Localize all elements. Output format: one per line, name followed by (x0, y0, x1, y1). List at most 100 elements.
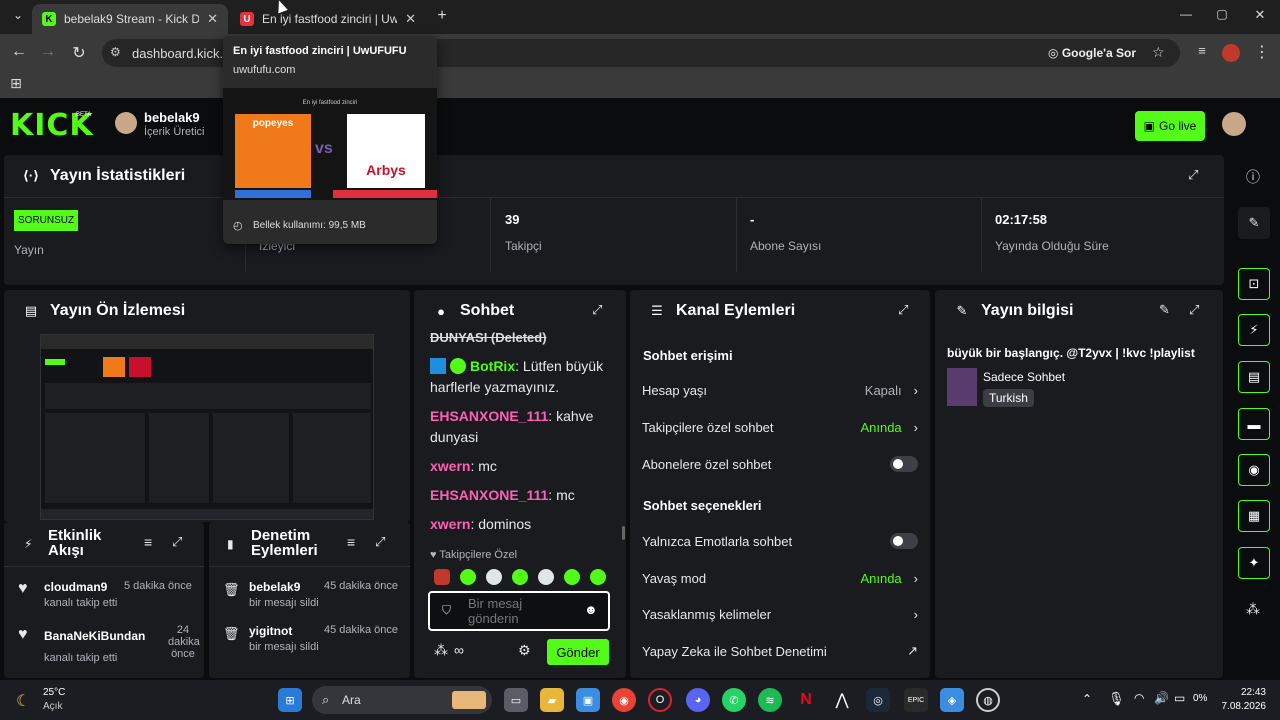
lightning-icon[interactable]: ⚡ (1238, 314, 1270, 346)
reload-icon[interactable]: ↻ (69, 43, 89, 63)
chat-username[interactable]: EHSANXONE_111 (430, 487, 548, 503)
chat-username[interactable]: xwern (430, 516, 470, 532)
mod-user[interactable]: yigitnot (249, 624, 292, 638)
wrench-icon[interactable]: ✦ (1238, 547, 1270, 579)
ai-moderation-row[interactable]: Yapay Zeka ile Sohbet Denetimi ↗ (642, 643, 918, 659)
expand-icon[interactable]: ⤢ (1188, 167, 1198, 183)
followers-chat-row[interactable]: Takipçilere özel sohbet Anında › (642, 419, 918, 435)
popout-icon[interactable]: ⤢ (592, 302, 602, 318)
popout-icon[interactable]: ⤢ (898, 302, 908, 318)
battery-icon[interactable]: ▭ (1174, 691, 1185, 705)
whatsapp-icon[interactable]: ✆ (722, 688, 746, 712)
forward-icon[interactable]: → (38, 43, 58, 61)
clock-date[interactable]: 7.08.2026 (1208, 701, 1267, 712)
chat-username[interactable]: EHSANXONE_111 (430, 408, 548, 424)
epic-games-icon[interactable]: EPIC (904, 688, 928, 712)
activity-user[interactable]: cloudman9 (44, 580, 107, 594)
file-explorer-icon[interactable]: ▰ (540, 688, 564, 712)
infinity-icon[interactable]: ∞ (454, 642, 464, 658)
heart-icon: ♥ (18, 580, 28, 597)
emoji-icon[interactable]: ☻ (584, 602, 598, 617)
chat-bubble-icon[interactable]: ▬ (1238, 408, 1270, 440)
slow-mode-row[interactable]: Yavaş mod Anında › (642, 570, 918, 586)
chat-username[interactable]: xwern (430, 458, 470, 474)
account-age-row[interactable]: Hesap yaşı Kapalı › (642, 382, 918, 398)
tab-kick-dashboard[interactable]: K bebelak9 Stream - Kick Dashbo ✕ (32, 4, 228, 34)
tab-uwufufu[interactable]: U En iyi fastfood zinciri | UwUFUFU ✕ (230, 4, 426, 34)
clock-time[interactable]: 22:43 (1222, 687, 1266, 698)
back-icon[interactable]: ← (9, 43, 29, 61)
stream-preview-video[interactable] (40, 334, 374, 520)
google-ask-button[interactable]: ◎ Google'a Sor (1048, 46, 1136, 60)
spotify-icon[interactable]: ≋ (758, 688, 782, 712)
edit-icon[interactable]: ✎ (1159, 302, 1170, 318)
new-tab-icon[interactable]: + (432, 7, 452, 25)
popout-icon[interactable]: ⤢ (1189, 302, 1199, 318)
filter-icon[interactable]: ≡ (144, 534, 152, 550)
emote-icon[interactable] (590, 569, 606, 585)
kick-app-icon[interactable]: ⋀ (830, 688, 854, 712)
minimize-icon[interactable]: — (1176, 7, 1196, 21)
mod-user[interactable]: bebelak9 (249, 580, 300, 594)
info-icon[interactable]: ⓘ (1246, 167, 1260, 187)
apps-grid-icon[interactable]: ⊞ (6, 75, 26, 92)
emote-icon[interactable] (512, 569, 528, 585)
obs-icon[interactable]: ◍ (976, 688, 1000, 712)
chat-username[interactable]: BotRix (470, 358, 515, 374)
bookmark-star-icon[interactable]: ☆ (1152, 44, 1165, 61)
chevron-up-icon[interactable]: ⌃ (1082, 692, 1092, 706)
category-thumbnail[interactable] (947, 368, 977, 406)
battery-percent: 0% (1193, 693, 1208, 704)
emote-only-toggle[interactable] (890, 533, 918, 549)
close-tab-icon[interactable]: ✕ (405, 11, 416, 27)
app-icon[interactable]: ◈ (940, 688, 964, 712)
weather-moon-icon[interactable]: ☾ (16, 691, 30, 711)
emote-icon[interactable] (538, 569, 554, 585)
microphone-icon[interactable]: 🎙 (1108, 691, 1125, 707)
netflix-icon[interactable]: N (794, 688, 818, 712)
site-info-icon[interactable]: ⚙ (110, 45, 121, 59)
emote-icon[interactable] (564, 569, 580, 585)
avatar[interactable] (115, 112, 137, 134)
emote-icon[interactable] (460, 569, 476, 585)
chrome-icon[interactable]: ◉ (612, 688, 636, 712)
expand-icon[interactable]: ⤢ (375, 534, 385, 550)
taskbar-search[interactable]: ⌕ Ara (312, 686, 492, 714)
edit-layout-icon[interactable]: ✎ (1238, 207, 1270, 239)
film-icon[interactable]: ▦ (1238, 500, 1270, 532)
filter-icon[interactable]: ≡ (347, 534, 355, 550)
points-icon[interactable]: ⁂ (1246, 601, 1260, 618)
chat-scrollbar[interactable] (622, 526, 625, 540)
profile-avatar[interactable] (1222, 44, 1240, 62)
points-icon[interactable]: ⁂ (434, 642, 448, 659)
send-button[interactable]: Gönder (547, 639, 609, 665)
opera-icon[interactable]: O (648, 688, 672, 712)
task-view-icon[interactable]: ▭ (504, 688, 528, 712)
account-avatar[interactable] (1222, 112, 1246, 136)
clipboard-icon[interactable]: ▤ (1238, 361, 1270, 393)
banned-words-row[interactable]: Yasaklanmış kelimeler › (642, 606, 918, 622)
category-name[interactable]: Sadece Sohbet (983, 370, 1065, 384)
wifi-icon[interactable]: ◠ (1134, 691, 1144, 705)
close-window-icon[interactable]: ✕ (1250, 7, 1270, 23)
broadcast-icon[interactable]: ◉ (1238, 454, 1270, 486)
chat-input[interactable]: ⛉ Bir mesaj gönderin ☻ (428, 591, 610, 631)
expand-icon[interactable]: ⤢ (172, 534, 182, 550)
go-live-button[interactable]: ▣ Go live (1135, 111, 1205, 141)
volume-icon[interactable]: 🔊 (1154, 691, 1169, 705)
subs-chat-toggle[interactable] (890, 456, 918, 472)
media-icon[interactable]: ≡ (1192, 43, 1212, 58)
discord-icon[interactable]: ◕ (686, 688, 710, 712)
store-icon[interactable]: ▣ (576, 688, 600, 712)
emote-icon[interactable] (486, 569, 502, 585)
maximize-icon[interactable]: ▢ (1212, 7, 1232, 21)
menu-icon[interactable]: ⋮ (1252, 42, 1272, 62)
windows-start-icon[interactable]: ⊞ (278, 688, 302, 712)
screenshot-icon[interactable]: ⊡ (1238, 268, 1270, 300)
tab-search-icon[interactable]: ⌄ (8, 8, 28, 22)
close-tab-icon[interactable]: ✕ (207, 11, 218, 27)
activity-user[interactable]: BanaNeKiBundan (44, 629, 145, 643)
steam-icon[interactable]: ◎ (866, 688, 890, 712)
emote-icon[interactable] (434, 569, 450, 585)
settings-icon[interactable]: ⚙ (518, 642, 531, 659)
